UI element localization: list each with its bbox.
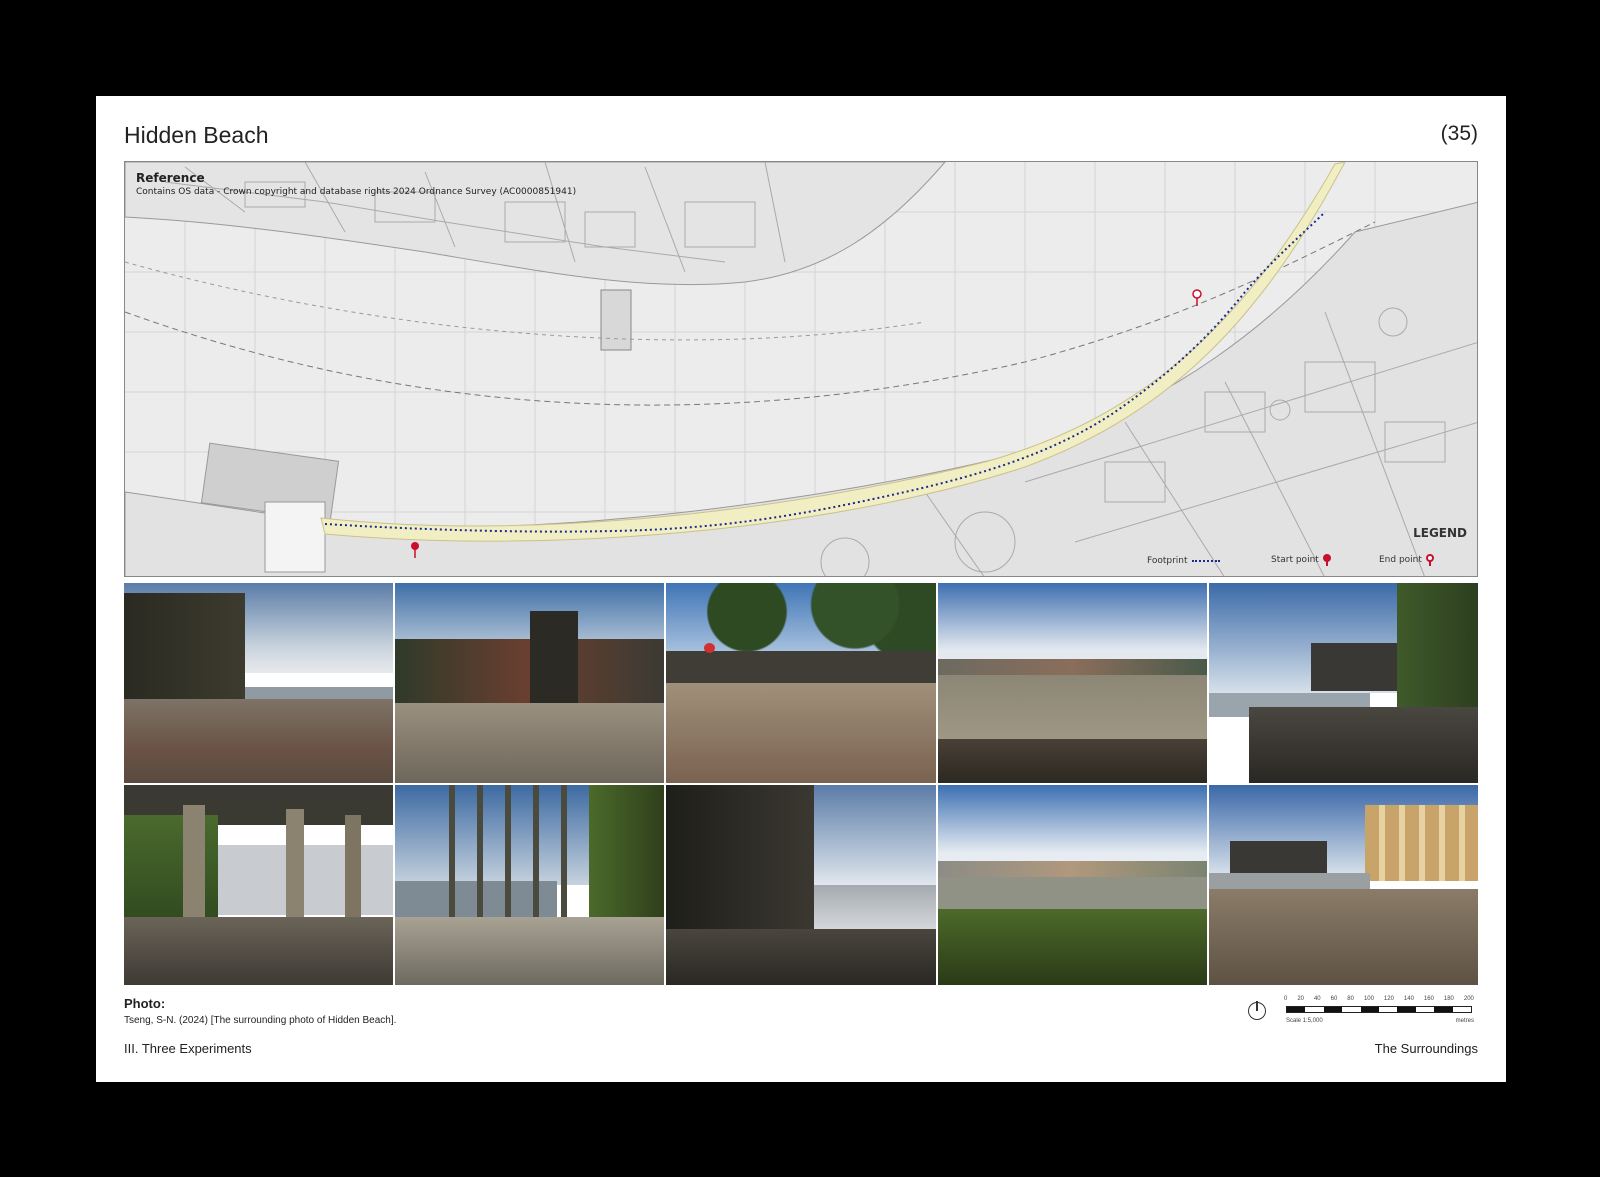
legend-start-point: Start point [1271,554,1331,566]
end-point-marker [1192,289,1202,306]
photo-jetty-mossy-wall [1208,583,1478,783]
scale-tick: 200 [1463,996,1474,1002]
start-pin-icon [1322,554,1331,566]
caption-heading: Photo: [124,996,166,1011]
map-reference-text: Contains OS data - Crown copyright and d… [136,187,577,197]
map-legend: LEGEND Footprint Start point End point [1147,526,1467,568]
scale-tick: 20 [1297,996,1304,1002]
legend-heading: LEGEND [1413,526,1467,540]
photo-wall-trees-gravel [666,583,936,783]
map-drawing [125,162,1477,576]
scale-tick: 160 [1423,996,1434,1002]
photo-foreshore-wall-shard [124,583,394,783]
map-reference: Reference Contains OS data - Crown copyr… [136,171,576,197]
scale-tick: 40 [1313,996,1321,1002]
site-map: Reference Contains OS data - Crown copyr… [124,161,1478,577]
legend-footprint-label: Footprint [1147,556,1188,566]
scale-tick: 120 [1383,996,1394,1002]
document-page: Hidden Beach (35) Reference Contains OS … [96,96,1506,1082]
photo-pier-buildings-beach [1208,785,1478,985]
photo-steel-frame-chains [395,785,665,985]
end-pin-icon [1425,554,1434,566]
scale-tick: 140 [1403,996,1414,1002]
legend-start-label: Start point [1271,555,1319,565]
photo-under-pier-columns [124,785,394,985]
scale-tick: 0 [1284,996,1288,1002]
footprint-line-icon [1191,560,1220,562]
scale-label: Scale 1:5,000 [1286,1018,1323,1024]
photo-grid [124,583,1478,985]
page-number: (35) [1440,122,1478,145]
legend-end-label: End point [1379,555,1422,565]
footer-chapter: III. Three Experiments [124,1041,252,1056]
photo-timber-pier-gravel [395,583,665,783]
footer-section: The Surroundings [1374,1041,1478,1056]
scale-bar: 0 20 40 60 80 100 120 140 160 180 200 Sc… [1248,996,1482,1036]
scale-unit: metres [1455,1018,1474,1024]
photo-river-seaweed-bank [937,785,1207,985]
scale-tick: 100 [1363,996,1374,1002]
page-title: Hidden Beach [124,122,269,148]
legend-footprint: Footprint [1147,556,1220,566]
scale-tick: 180 [1443,996,1454,1002]
scale-ticks: 0 20 40 60 80 100 120 140 160 180 200 [1284,996,1474,1002]
caption-text: Tseng, S-N. (2024) [The surrounding phot… [124,1015,397,1026]
scale-tick: 60 [1330,996,1338,1002]
scale-tick: 80 [1347,996,1354,1002]
photo-caption: Photo: Tseng, S-N. (2024) [The surroundi… [124,996,396,1026]
legend-end-point: End point [1379,554,1434,566]
photo-dark-pier-shard-view [666,785,936,985]
map-reference-heading: Reference [136,171,205,185]
north-arrow-icon [1248,1001,1266,1020]
photo-river-view-stones [937,583,1207,783]
scale-bar-graphic [1286,1006,1472,1013]
